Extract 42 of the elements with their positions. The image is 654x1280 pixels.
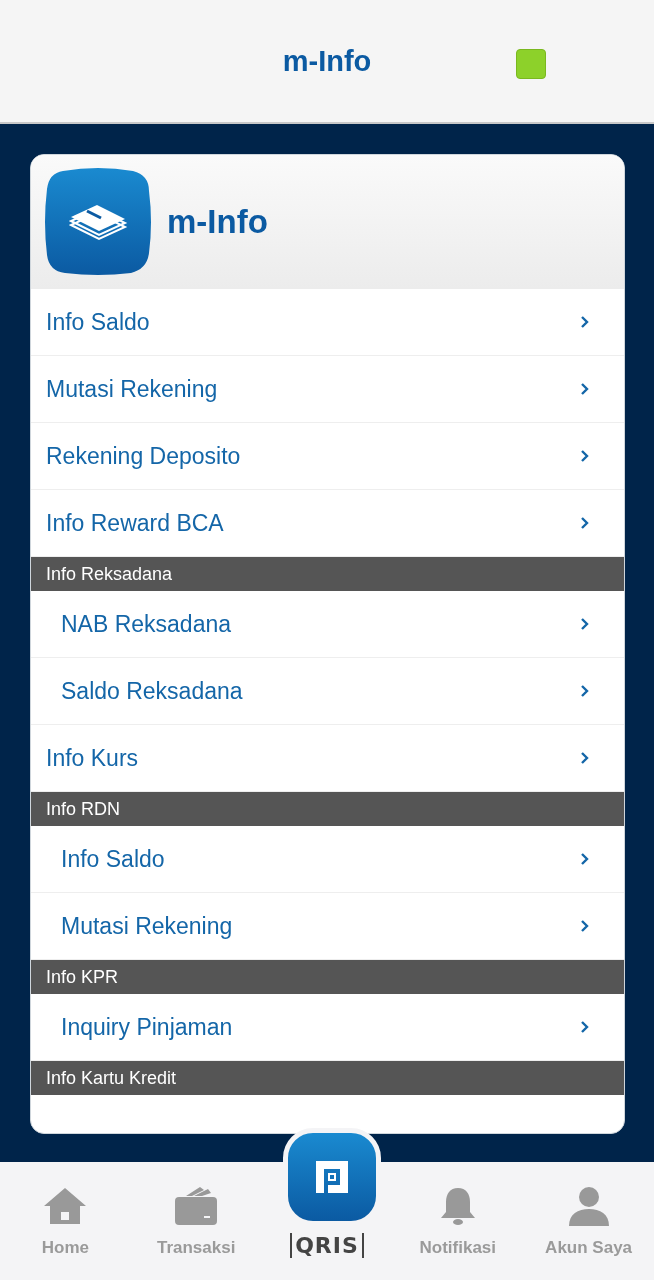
section-header: Info Kartu Kredit (31, 1061, 624, 1095)
menu-item-label: Mutasi Rekening (61, 912, 233, 940)
chevron-right-icon (580, 382, 590, 396)
chevron-right-icon (580, 1020, 590, 1034)
user-icon (566, 1186, 611, 1226)
menu-item[interactable]: Saldo Reksadana (31, 658, 624, 725)
chevron-right-icon (580, 684, 590, 698)
menu-item-label: Info Reward BCA (46, 509, 224, 537)
wallet-icon (174, 1186, 219, 1226)
bell-icon (438, 1186, 477, 1226)
cards-icon (43, 167, 153, 277)
page-title: m-Info (282, 44, 372, 78)
menu-item-label: Saldo Reksadana (61, 677, 243, 705)
section-header: Info Reksadana (31, 557, 624, 591)
section-header: Info KPR (31, 960, 624, 994)
menu-item-label: Info Saldo (61, 845, 165, 873)
menu-item[interactable]: Info Saldo (31, 826, 624, 893)
status-indicator (516, 49, 546, 79)
chevron-right-icon (580, 516, 590, 530)
nav-label: Akun Saya (545, 1238, 633, 1258)
card-title: m-Info (167, 203, 268, 241)
chevron-right-icon (580, 315, 590, 329)
nav-label: Transaksi (156, 1238, 236, 1258)
chevron-right-icon (580, 919, 590, 933)
menu-item-label: Info Kurs (46, 744, 139, 772)
menu-item-label: Mutasi Rekening (46, 375, 218, 403)
menu-item[interactable]: NAB Reksadana (31, 591, 624, 658)
nav-label: Notifikasi (419, 1238, 497, 1258)
menu-item-label: Inquiry Pinjaman (61, 1013, 233, 1041)
chevron-right-icon (580, 617, 590, 631)
menu-item[interactable]: Info Saldo (31, 289, 624, 356)
menu-item[interactable]: Mutasi Rekening (31, 356, 624, 423)
nav-label: Home (41, 1238, 89, 1258)
chevron-right-icon (580, 449, 590, 463)
menu-item-label: Info Saldo (46, 308, 150, 336)
menu-item-label: Rekening Deposito (46, 442, 241, 470)
menu-item[interactable]: Rekening Deposito (31, 423, 624, 490)
chevron-right-icon (580, 852, 590, 866)
qris-logo: QRIS (290, 1233, 364, 1258)
section-header: Info RDN (31, 792, 624, 826)
menu-item-label: NAB Reksadana (61, 610, 232, 638)
chevron-right-icon (580, 751, 590, 765)
